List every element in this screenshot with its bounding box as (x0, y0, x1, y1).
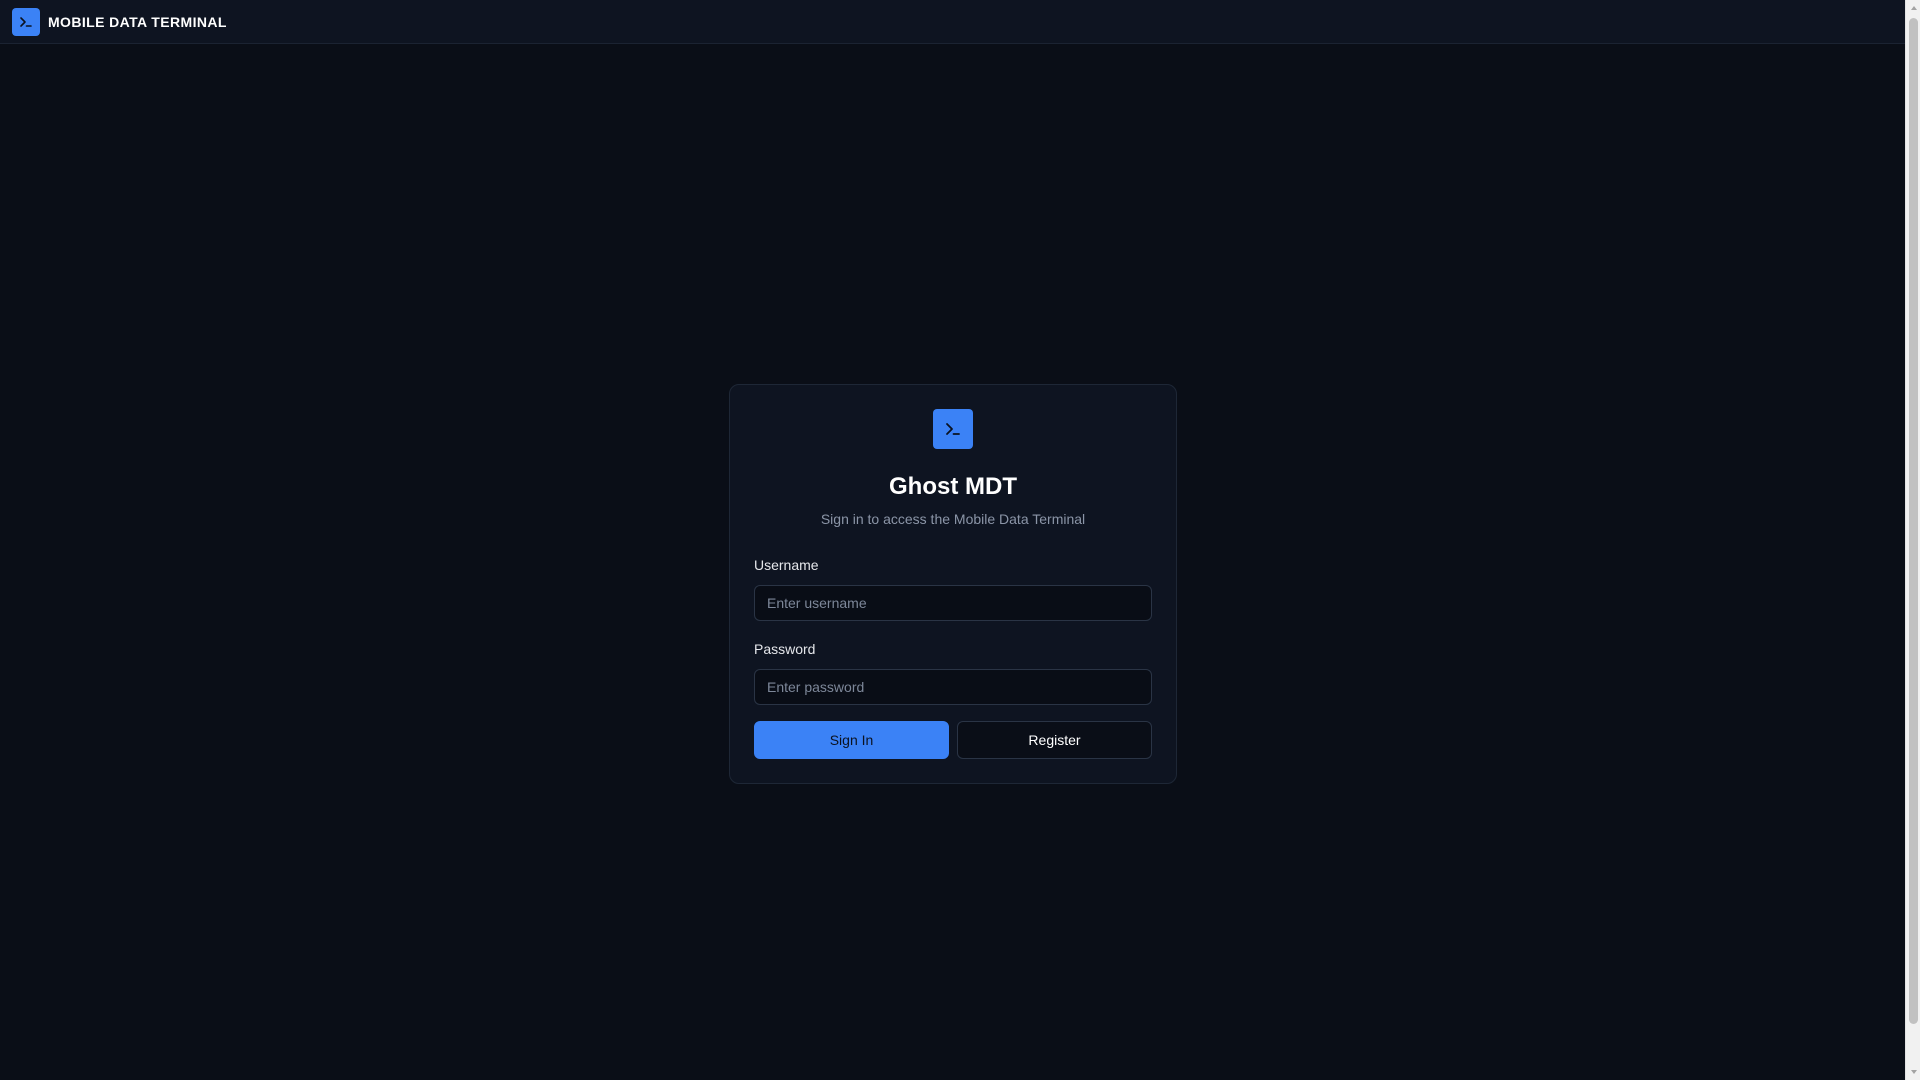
register-button[interactable]: Register (957, 721, 1152, 759)
login-subtitle: Sign in to access the Mobile Data Termin… (820, 511, 1086, 527)
scrollbar-thumb[interactable] (1909, 18, 1918, 1024)
terminal-icon (12, 7, 40, 36)
app-root: MOBILE DATA TERMINAL Ghost MDT Sign in t… (0, 0, 1920, 1080)
username-label: Username (754, 557, 819, 573)
terminal-icon (933, 409, 973, 449)
password-input[interactable] (754, 669, 1152, 705)
top-bar: MOBILE DATA TERMINAL (0, 0, 1905, 44)
password-label: Password (754, 641, 816, 657)
login-card: Ghost MDT Sign in to access the Mobile D… (729, 384, 1177, 784)
sign-in-button[interactable]: Sign In (754, 721, 949, 759)
scroll-down-arrow-icon[interactable] (1906, 1064, 1920, 1080)
scroll-up-arrow-icon[interactable] (1906, 0, 1920, 16)
login-title: Ghost MDT (889, 473, 1017, 500)
vertical-scrollbar[interactable] (1905, 0, 1920, 1080)
app-title: MOBILE DATA TERMINAL (48, 13, 227, 30)
username-input[interactable] (754, 585, 1152, 621)
